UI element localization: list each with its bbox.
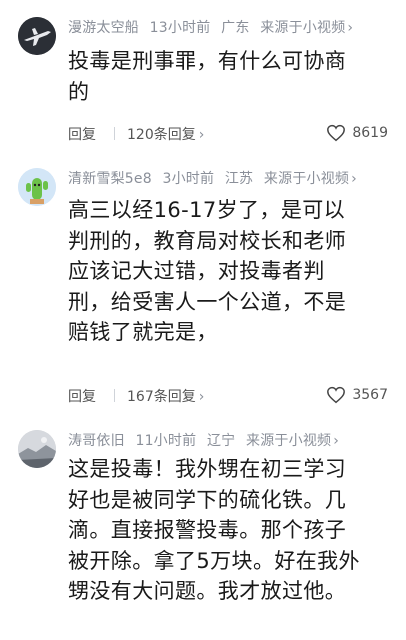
- comment-text: 高三以经16-17岁了，是可以 判刑的，教育局对校长和老师 应该记大过错，对投毒…: [68, 195, 388, 348]
- comment-meta: 清新雪梨5e8 3小时前 江苏 来源于小视频 ›: [68, 168, 363, 188]
- comment-item: 漫游太空船 13小时前 广东 来源于小视频 › 投毒是刑事罪，有什么可协商 的 回…: [0, 0, 406, 160]
- comment-meta: 涛哥依旧 11小时前 辽宁 来源于小视频 ›: [68, 430, 345, 450]
- comment-line: 好也是被同学下的硫化铁。几: [68, 487, 347, 512]
- time: 3小时前: [162, 171, 215, 187]
- user-avatar[interactable]: [18, 168, 56, 206]
- divider: [114, 127, 115, 140]
- username[interactable]: 清新雪梨5e8: [68, 171, 152, 187]
- heart-icon: [327, 124, 346, 142]
- source-link[interactable]: 来源于小视频: [260, 20, 345, 36]
- comment-item: 清新雪梨5e8 3小时前 江苏 来源于小视频 › 高三以经16-17岁了，是可以 …: [0, 160, 406, 420]
- comment-line: 应该记大过错，对投毒者判: [68, 259, 325, 283]
- time: 11小时前: [135, 433, 197, 449]
- like-button[interactable]: 8619: [326, 124, 388, 142]
- reply-count: 167条回复: [127, 389, 196, 405]
- landscape-avatar-icon: [18, 430, 56, 468]
- comment-line: 赔钱了就完是，: [68, 320, 218, 344]
- comment-line: 刑，给受害人一个公道，不是: [68, 289, 347, 314]
- comment-text: 这是投毒！我外甥在初三学习 好也是被同学下的硫化铁。几 滴。直接报警投毒。那个孩…: [68, 454, 388, 607]
- comment-text: 投毒是刑事罪，有什么可协商 的: [68, 46, 388, 107]
- comment-line: 滴。直接报警投毒。那个孩子: [68, 518, 347, 542]
- location: 广东: [221, 20, 250, 36]
- comment-line: 甥没有大问题。我才放过他。: [68, 579, 347, 603]
- source-link[interactable]: 来源于小视频: [264, 171, 349, 187]
- comment-line: 判刑的，教育局对校长和老师: [68, 228, 347, 253]
- comment-line: 投毒是刑事罪，有什么可协商: [68, 49, 347, 73]
- reply-button[interactable]: 回复: [68, 124, 96, 144]
- reply-count-link[interactable]: 120条回复 ›: [127, 124, 204, 144]
- like-button[interactable]: 3567: [326, 386, 388, 404]
- chevron-right-icon: ›: [347, 20, 354, 36]
- divider: [114, 389, 115, 402]
- location: 江苏: [224, 171, 254, 187]
- chevron-right-icon: ›: [198, 389, 205, 405]
- airplane-avatar-icon: [18, 17, 56, 55]
- username[interactable]: 漫游太空船: [68, 20, 139, 36]
- like-count: 3567: [352, 387, 388, 403]
- comment-line: 的: [68, 79, 90, 104]
- heart-icon: [327, 386, 346, 404]
- location: 辽宁: [206, 433, 236, 449]
- comment-meta: 漫游太空船 13小时前 广东 来源于小视频 ›: [68, 17, 359, 37]
- time: 13小时前: [149, 20, 211, 36]
- reply-count-link[interactable]: 167条回复 ›: [127, 386, 204, 406]
- reply-count: 120条回复: [127, 127, 196, 143]
- username[interactable]: 涛哥依旧: [68, 433, 125, 449]
- comment-line: 被开除。拿了5万块。好在我外: [68, 548, 360, 573]
- source-link[interactable]: 来源于小视频: [246, 433, 331, 449]
- comment-line: 高三以经16-17岁了，是可以: [68, 198, 346, 222]
- comment-line: 这是投毒！我外甥在初三学习: [68, 457, 347, 481]
- user-avatar[interactable]: [18, 430, 56, 468]
- comment-actions: 回复 120条回复 › 8619: [68, 124, 388, 146]
- chevron-right-icon: ›: [351, 171, 357, 187]
- reply-button[interactable]: 回复: [68, 386, 96, 406]
- comment-actions: 回复 167条回复 › 3567: [68, 386, 388, 408]
- cactus-avatar-icon: [18, 168, 56, 206]
- comment-item: 涛哥依旧 11小时前 辽宁 来源于小视频 › 这是投毒！我外甥在初三学习 好也是被…: [0, 420, 406, 640]
- user-avatar[interactable]: [18, 17, 56, 55]
- chevron-right-icon: ›: [333, 433, 340, 449]
- chevron-right-icon: ›: [198, 127, 205, 143]
- like-count: 8619: [352, 125, 388, 141]
